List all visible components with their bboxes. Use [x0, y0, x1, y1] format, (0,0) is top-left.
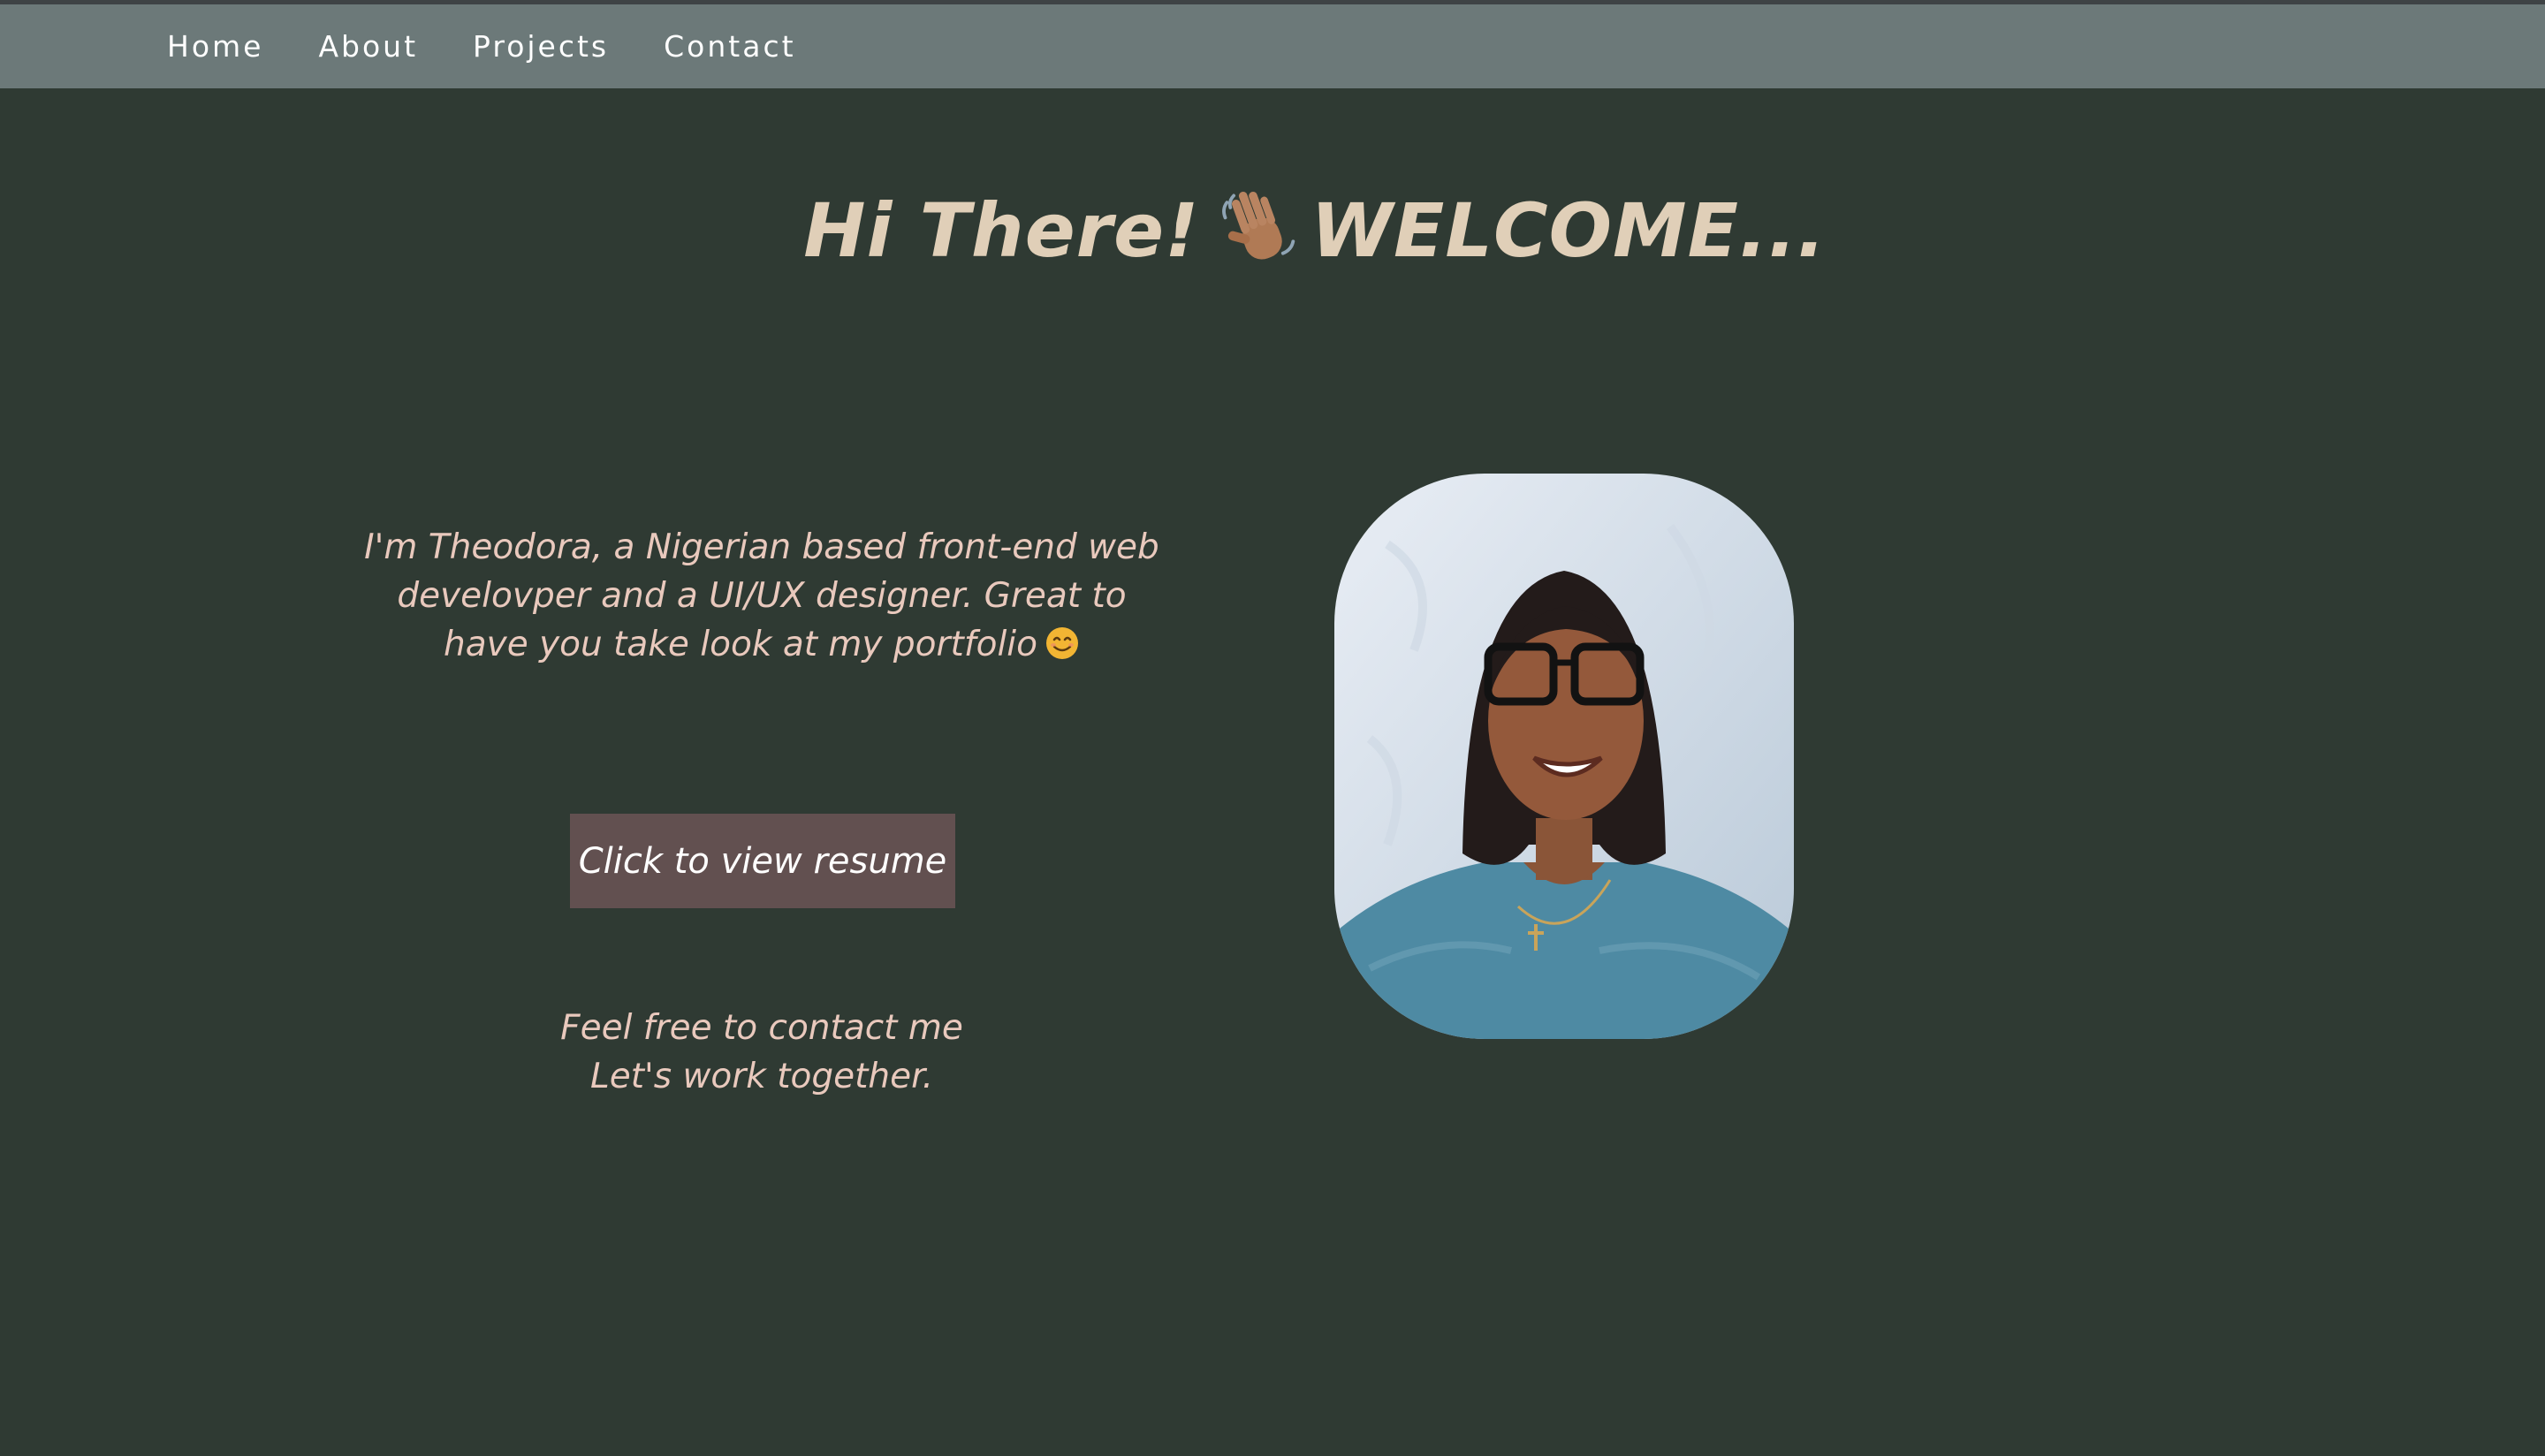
welcome-text: WELCOME... [1310, 187, 1827, 274]
contact-line: Feel free to contact me [560, 1008, 963, 1048]
intro-line: have you take look at my portfolio [444, 625, 1037, 664]
intro-line: develovper and a UI/UX designer. Great t… [397, 576, 1127, 616]
nav-link-about[interactable]: About [318, 29, 418, 64]
intro-line: I'm Theodora, a Nigerian based front-end… [364, 527, 1159, 567]
contact-invitation: Feel free to contact me Let's work toget… [497, 1004, 1027, 1101]
welcome-heading: Hi There! WELCOME... [0, 184, 2545, 275]
nav-link-home[interactable]: Home [167, 29, 263, 64]
intro-paragraph: I'm Theodora, a Nigerian based front-end… [355, 523, 1168, 669]
profile-photo [1334, 474, 1794, 1039]
top-navbar: Home About Projects Contact [0, 4, 2545, 88]
nav-link-contact[interactable]: Contact [664, 29, 795, 64]
contact-line: Let's work together. [590, 1057, 933, 1096]
smiling-face-icon [1045, 627, 1078, 659]
nav-link-projects[interactable]: Projects [473, 29, 609, 64]
view-resume-button[interactable]: Click to view resume [570, 814, 955, 908]
greeting-text: Hi There! [803, 187, 1200, 274]
intro-line-with-emoji: have you take look at my portfolio [355, 620, 1168, 669]
waving-hand-icon [1222, 191, 1295, 260]
